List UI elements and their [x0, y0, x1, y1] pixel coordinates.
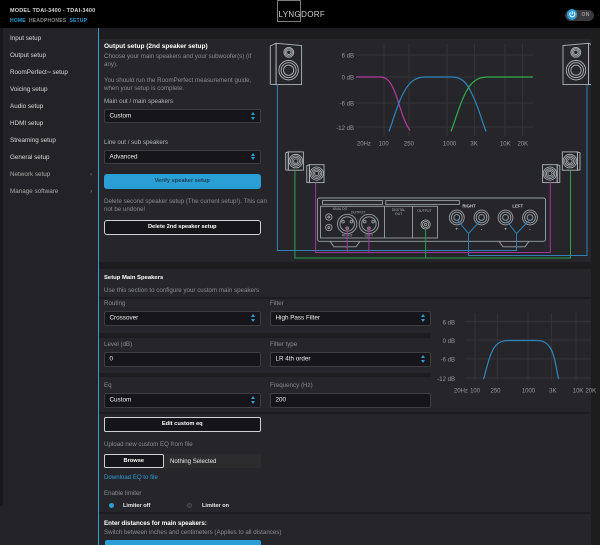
svg-text:20Hz: 20Hz	[357, 142, 371, 148]
svg-text:3K: 3K	[549, 388, 556, 394]
svg-text:OUTPUT: OUTPUT	[417, 209, 432, 213]
svg-text:20Hz: 20Hz	[454, 388, 468, 394]
svg-text:-6 dB: -6 dB	[441, 357, 455, 363]
svg-text:6 dB: 6 dB	[443, 320, 455, 326]
svg-text:20K: 20K	[517, 142, 528, 148]
svg-text:-: -	[481, 227, 483, 232]
svg-text:10K: 10K	[573, 388, 584, 394]
svg-text:0 dB: 0 dB	[443, 339, 455, 345]
svg-text:10K: 10K	[500, 142, 511, 148]
svg-text:1000: 1000	[522, 388, 536, 394]
svg-text:-12 dB: -12 dB	[437, 377, 455, 383]
svg-text:+: +	[504, 227, 507, 232]
svg-text:-6 dB: -6 dB	[340, 102, 354, 108]
svg-text:20K: 20K	[585, 388, 596, 394]
svg-text:ANALOG: ANALOG	[333, 207, 348, 211]
svg-text:-12 dB: -12 dB	[336, 126, 354, 132]
svg-text:OUTPUT: OUTPUT	[351, 211, 366, 215]
svg-text:100: 100	[470, 388, 481, 394]
svg-text:LEFT: LEFT	[512, 204, 523, 209]
svg-text:RIGHT: RIGHT	[462, 204, 476, 209]
svg-text:+: +	[456, 227, 459, 232]
svg-text:1000: 1000	[443, 142, 457, 148]
svg-text:100: 100	[379, 142, 390, 148]
svg-text:6 dB: 6 dB	[342, 54, 354, 60]
svg-text:OUT: OUT	[395, 212, 403, 216]
svg-text:250: 250	[404, 142, 415, 148]
svg-text:250: 250	[490, 388, 501, 394]
svg-text:3K: 3K	[470, 142, 477, 148]
svg-text:-: -	[529, 227, 531, 232]
svg-text:0 dB: 0 dB	[342, 76, 354, 82]
